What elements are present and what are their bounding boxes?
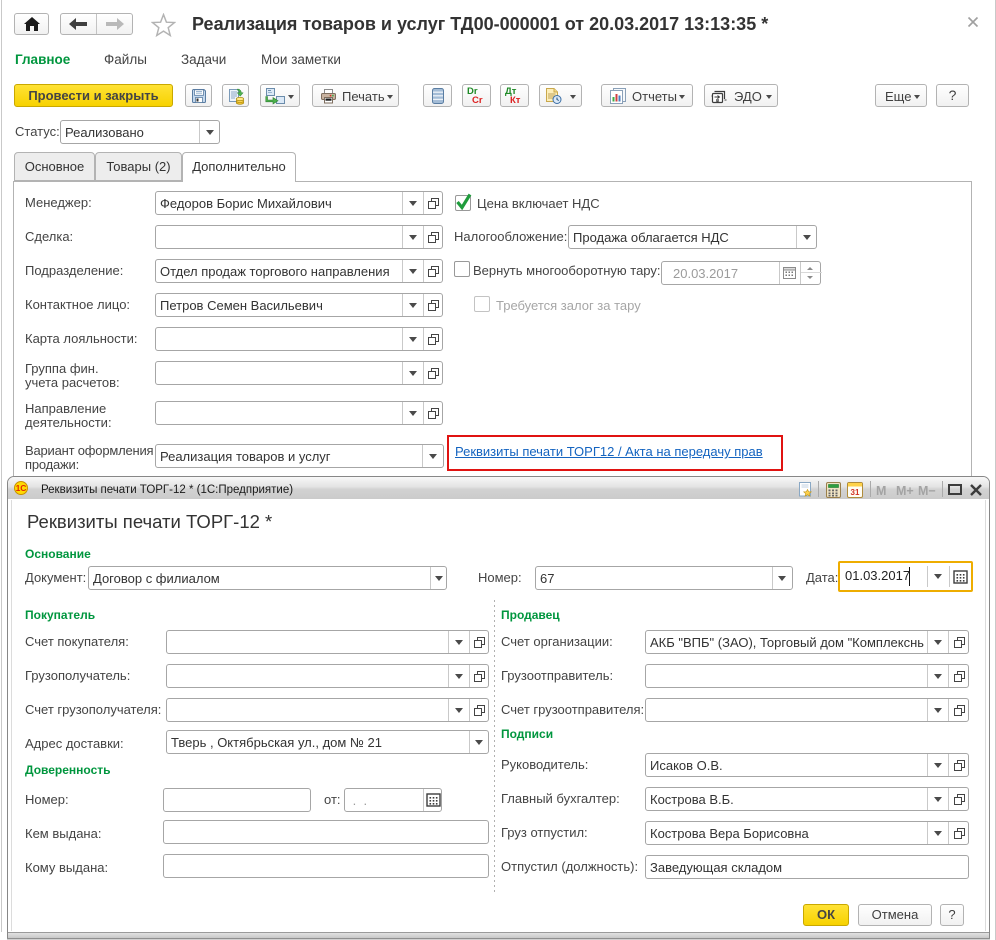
svg-text:1С: 1С: [16, 483, 27, 493]
svg-text:31: 31: [851, 488, 860, 497]
